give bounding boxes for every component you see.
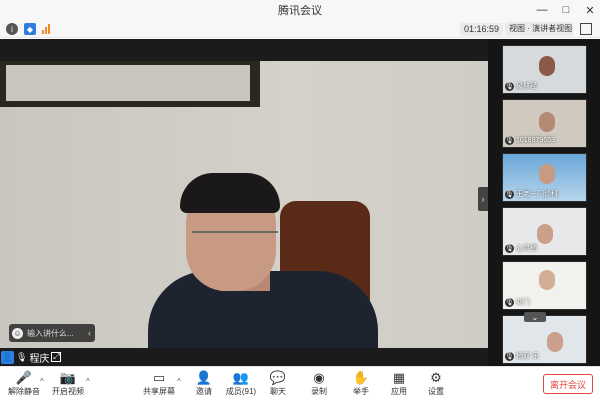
mute-button[interactable]: 🎤 解除静音	[6, 370, 42, 400]
chat-label: 聊天	[270, 387, 286, 396]
speaker-video: ☺ 输入讲什么... ‹	[0, 61, 488, 348]
apps-label: 应用	[391, 387, 407, 396]
record-button[interactable]: ◉ 录制	[301, 370, 337, 400]
raise-hand-icon: ✋	[352, 370, 370, 385]
wall-painting	[0, 61, 260, 107]
shield-icon[interactable]: ◆	[24, 23, 36, 35]
chat-icon: 💬	[269, 370, 287, 385]
mic-icon: 🎤	[15, 370, 33, 385]
record-label: 录制	[311, 387, 327, 396]
title-bar: 腾讯会议 — □ ✕	[0, 0, 600, 20]
meeting-info-bar: i ◆ 01:16:59 视图 · 演讲者视图	[0, 20, 600, 38]
mic-off-icon: 🎙	[505, 81, 514, 91]
apps-button[interactable]: ▦ 应用	[381, 370, 417, 400]
participant-name: 心灵栖	[516, 245, 537, 252]
participant-name: 风林径	[516, 83, 537, 90]
meeting-timer: 01:16:59	[460, 23, 504, 36]
frame-icon[interactable]: ⤢	[51, 352, 62, 362]
participant-tile[interactable]: 🎙 杨双 乐	[502, 315, 587, 364]
scroll-down-icon[interactable]: ⌄	[524, 312, 546, 322]
participant-tile[interactable]: 🎙 王老一门诊科	[502, 153, 587, 202]
participant-tile[interactable]: 🎙 刘门	[502, 261, 587, 310]
speaker-name-tag: 👤 🎙 程庆 ⤢	[1, 350, 62, 365]
window-title: 腾讯会议	[278, 5, 322, 17]
quick-chat-placeholder: 输入讲什么...	[27, 328, 74, 338]
leave-meeting-button[interactable]: 离开会议	[543, 374, 593, 394]
user-icon: 👤	[1, 350, 14, 364]
window-controls: — □ ✕	[536, 0, 596, 20]
main-stage: ☺ 输入讲什么... ‹ 👤 🎙 程庆 ⤢ › ⌃ 🎙风林径 🎙10188796…	[0, 39, 600, 366]
participant-name: 杨双 乐	[516, 353, 539, 360]
participant-gallery: ⌃ 🎙风林径 🎙1018879653 🎙王老一门诊科 🎙心灵栖	[488, 39, 600, 366]
share-screen-button[interactable]: ▭ 共享屏幕	[141, 370, 177, 400]
video-options-icon[interactable]: ^	[86, 377, 90, 386]
speaker-name: 程庆	[29, 353, 50, 365]
video-button[interactable]: 📷 开启视频	[50, 370, 86, 400]
info-icon[interactable]: i	[6, 23, 18, 35]
participant-name: 1018879653	[516, 136, 555, 144]
mic-off-icon: 🎙	[505, 297, 514, 307]
participant-tile[interactable]: 🎙 1018879653	[502, 99, 587, 148]
invite-button[interactable]: 👤 邀请	[186, 370, 222, 400]
share-screen-icon: ▭	[152, 370, 166, 385]
close-icon[interactable]: ✕	[584, 4, 596, 17]
mic-off-icon: 🎙	[505, 135, 514, 145]
mute-options-icon[interactable]: ^	[40, 377, 44, 386]
mute-label: 解除静音	[8, 387, 40, 396]
speaker-glasses	[192, 231, 278, 253]
participant-tile[interactable]: 🎙 心灵栖	[502, 207, 587, 256]
maximize-icon[interactable]: □	[560, 4, 572, 16]
mic-off-icon: 🎙	[505, 351, 514, 361]
raise-hand-button[interactable]: ✋ 举手	[343, 370, 379, 400]
chat-button[interactable]: 💬 聊天	[260, 370, 296, 400]
minimize-icon[interactable]: —	[536, 4, 548, 16]
view-switch-button[interactable]: 视图 · 演讲者视图	[505, 22, 573, 36]
quick-chat-input[interactable]: ☺ 输入讲什么... ‹	[9, 324, 95, 342]
collapse-chat-icon[interactable]: ‹	[88, 328, 91, 338]
members-button[interactable]: 👥 成员(91)	[223, 370, 259, 400]
meeting-window: 腾讯会议 — □ ✕ i ◆ 01:16:59 视图 · 演讲者视图 ☺ 输入讲…	[0, 0, 600, 400]
view-label: 视图 · 演讲者视图	[509, 24, 573, 33]
raise-hand-label: 举手	[353, 387, 369, 396]
invite-icon: 👤	[195, 370, 213, 385]
participant-tile[interactable]: 🎙 风林径	[502, 45, 587, 94]
share-options-icon[interactable]: ^	[177, 377, 181, 386]
settings-label: 设置	[428, 387, 444, 396]
settings-button[interactable]: ⚙ 设置	[418, 370, 454, 400]
record-icon: ◉	[313, 370, 325, 385]
apps-icon: ▦	[392, 370, 406, 385]
emoji-icon[interactable]: ☺	[12, 327, 23, 339]
participant-name: 王老一门诊科	[516, 191, 558, 198]
gear-icon: ⚙	[430, 370, 442, 385]
video-label: 开启视频	[52, 387, 84, 396]
mic-off-icon: 🎙	[505, 189, 514, 199]
fullscreen-icon[interactable]	[580, 23, 592, 35]
mic-off-icon: 🎙	[505, 243, 514, 253]
mic-icon: 🎙	[16, 351, 28, 362]
share-screen-label: 共享屏幕	[143, 387, 175, 396]
camera-icon: 📷	[59, 370, 77, 385]
collapse-panel-handle[interactable]: ›	[478, 187, 488, 211]
meeting-toolbar: 🎤 解除静音 ^ 📷 开启视频 ^ ▭ 共享屏幕 ^ 👤 邀请 👥 成员(91)…	[0, 366, 600, 400]
invite-label: 邀请	[196, 387, 212, 396]
signal-icon[interactable]	[40, 23, 52, 35]
participant-name: 刘门	[516, 299, 530, 306]
members-label: 成员(91)	[225, 387, 257, 396]
members-icon: 👥	[232, 370, 250, 385]
